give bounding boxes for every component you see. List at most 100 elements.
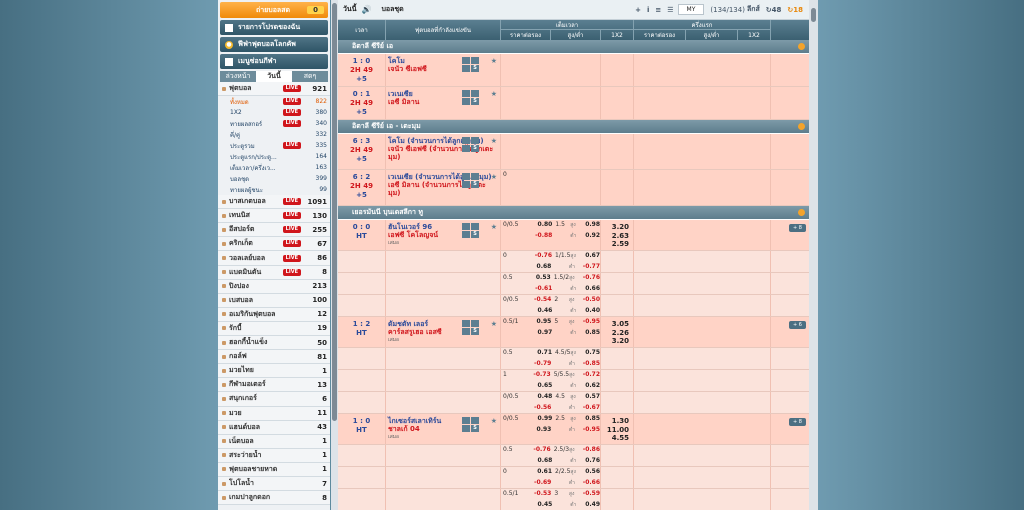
under-odds[interactable]: 0.85: [584, 328, 600, 339]
refresh-48-button[interactable]: ↻48: [766, 6, 782, 14]
home-odds[interactable]: -0.54: [530, 295, 551, 306]
under-odds[interactable]: 0.49: [584, 500, 600, 510]
over-odds[interactable]: 0.56: [584, 467, 600, 478]
sidebar-sport-18[interactable]: เน็ตบอล 1: [218, 434, 330, 449]
sidebar-sport-5[interactable]: วอลเลย์บอล LIVE 86: [218, 251, 330, 266]
sidebar-sport-3[interactable]: อีสปอร์ต LIVE 255: [218, 223, 330, 238]
sidebar-sport-12[interactable]: กอล์ฟ 81: [218, 350, 330, 365]
stats-icon[interactable]: [471, 417, 479, 424]
collapse-icon[interactable]: [798, 123, 805, 130]
under-odds[interactable]: 0.62: [584, 381, 600, 392]
sidebar-sport-4[interactable]: คริกเก็ต LIVE 67: [218, 237, 330, 252]
info-icon[interactable]: i: [647, 6, 649, 14]
odds-1x2[interactable]: 3.20: [601, 223, 629, 232]
away-odds[interactable]: 0.93: [530, 425, 552, 436]
under-odds[interactable]: -0.77: [583, 262, 600, 273]
sidebar-sport-14[interactable]: กีฬามอเตอร์ 13: [218, 378, 330, 393]
favorite-star-icon[interactable]: ★: [491, 90, 497, 98]
tv-icon[interactable]: [462, 137, 470, 144]
odds-1x2[interactable]: 3.05: [601, 320, 629, 329]
over-odds[interactable]: 0.85: [584, 414, 600, 425]
away-odds[interactable]: -0.69: [530, 478, 551, 489]
over-odds[interactable]: 0.57: [584, 392, 600, 403]
away-odds[interactable]: 0.46: [530, 306, 553, 317]
tv-icon[interactable]: [462, 173, 470, 180]
over-odds[interactable]: -0.86: [583, 445, 600, 456]
away-odds[interactable]: -0.56: [530, 403, 551, 414]
tv-icon[interactable]: [462, 90, 470, 97]
away-odds[interactable]: 0.65: [530, 381, 553, 392]
sidebar-sport-20[interactable]: ฟุตบอลชายหาด 1: [218, 462, 330, 477]
home-odds[interactable]: -0.73: [530, 370, 550, 381]
speaker-icon[interactable]: 🔊: [362, 5, 372, 14]
sort-icon[interactable]: ≡: [655, 6, 661, 14]
odds-1x2[interactable]: 1.30: [601, 417, 629, 426]
live-icon[interactable]: [462, 425, 470, 432]
home-odds[interactable]: -0.53: [530, 489, 551, 500]
tab-1[interactable]: วันนี้: [256, 71, 292, 82]
sidebar-sport-11[interactable]: ฮอกกี้น้ำแข็ง 50: [218, 336, 330, 351]
odds-1x2[interactable]: 2.63: [601, 232, 629, 241]
under-odds[interactable]: -0.66: [583, 478, 600, 489]
home-odds[interactable]: 0.95: [530, 317, 552, 328]
odds-type-select[interactable]: MY: [677, 4, 705, 15]
s-icon[interactable]: S: [471, 231, 479, 238]
stats-icon[interactable]: [471, 137, 479, 144]
sidebar-scrollbar[interactable]: [331, 0, 338, 510]
stats-icon[interactable]: [471, 57, 479, 64]
home-odds[interactable]: 0.53: [530, 273, 551, 284]
sidebar-market-8[interactable]: ทายผลผู้ชนะ 99: [218, 184, 330, 195]
live-icon[interactable]: [462, 65, 470, 72]
sidebar-sport-21[interactable]: โปโลน้ำ 7: [218, 476, 330, 492]
collapse-icon[interactable]: [798, 43, 805, 50]
over-odds[interactable]: 0.75: [584, 348, 600, 359]
s-icon[interactable]: S: [471, 145, 479, 152]
over-odds[interactable]: 0.98: [584, 220, 600, 231]
live-icon[interactable]: [462, 145, 470, 152]
sidebar-header-0[interactable]: รายการโปรดของฉัน: [220, 20, 328, 35]
sidebar-sport-6[interactable]: แบดมินตัน LIVE 8: [218, 265, 330, 280]
away-odds[interactable]: -0.79: [530, 359, 551, 370]
home-odds[interactable]: 0.80: [530, 220, 553, 231]
home-odds[interactable]: 0.99: [530, 414, 553, 425]
sidebar-sport-1[interactable]: บาสเกตบอล LIVE 1091: [218, 195, 330, 210]
favorite-star-icon[interactable]: ★: [491, 57, 497, 65]
under-odds[interactable]: -0.67: [583, 403, 600, 414]
over-odds[interactable]: -0.76: [583, 273, 600, 284]
under-odds[interactable]: -0.95: [583, 425, 600, 436]
add-icon[interactable]: +: [635, 6, 641, 14]
sidebar-sport-9[interactable]: อเมริกันฟุตบอล 12: [218, 307, 330, 322]
over-odds[interactable]: -0.95: [583, 317, 600, 328]
tv-icon[interactable]: [462, 417, 470, 424]
sidebar-market-4[interactable]: ประตูรวม LIVE 335: [218, 140, 330, 151]
away-odds[interactable]: 0.68: [530, 262, 552, 273]
betslip-bar[interactable]: ถ่ายบอลสด 0: [220, 2, 328, 18]
league-header[interactable]: เยอรมันนี บุนเดสลีกา ทู: [338, 206, 809, 220]
away-odds[interactable]: -0.88: [530, 231, 552, 242]
under-odds[interactable]: 0.92: [584, 231, 600, 242]
away-odds[interactable]: 0.68: [530, 456, 553, 467]
main-scrollbar[interactable]: [809, 0, 818, 510]
live-icon[interactable]: [462, 181, 470, 188]
sidebar-sport-7[interactable]: ปิงปอง 213: [218, 279, 330, 294]
sidebar-market-2[interactable]: ทายผลสกอร์ LIVE 340: [218, 118, 330, 129]
under-odds[interactable]: 0.40: [584, 306, 600, 317]
under-odds[interactable]: 0.66: [584, 284, 600, 295]
favorite-star-icon[interactable]: ★: [491, 417, 497, 425]
home-odds[interactable]: 0.61: [530, 467, 552, 478]
sidebar-sport-13[interactable]: มวยไทย 1: [218, 364, 330, 379]
odds-1x2[interactable]: 2.26: [601, 329, 629, 338]
sidebar-market-5[interactable]: ประตูแรก/ประตู... 164: [218, 151, 330, 162]
sidebar-market-0[interactable]: ทั้งหมด LIVE 822: [218, 96, 330, 107]
sidebar-header-2[interactable]: เมนูซ่อนกีฬา: [220, 54, 328, 69]
stats-icon[interactable]: [471, 173, 479, 180]
odds-1x2[interactable]: 4.55: [601, 434, 629, 443]
stats-icon[interactable]: [471, 90, 479, 97]
live-icon[interactable]: [462, 328, 470, 335]
over-odds[interactable]: -0.59: [583, 489, 600, 500]
sidebar-sport-22[interactable]: เกมปาลูกดอก 8: [218, 491, 330, 506]
s-icon[interactable]: S: [471, 65, 479, 72]
away-odds[interactable]: -0.61: [530, 284, 552, 295]
home-odds[interactable]: 0.71: [530, 348, 552, 359]
home-odds[interactable]: -0.76: [530, 445, 550, 456]
